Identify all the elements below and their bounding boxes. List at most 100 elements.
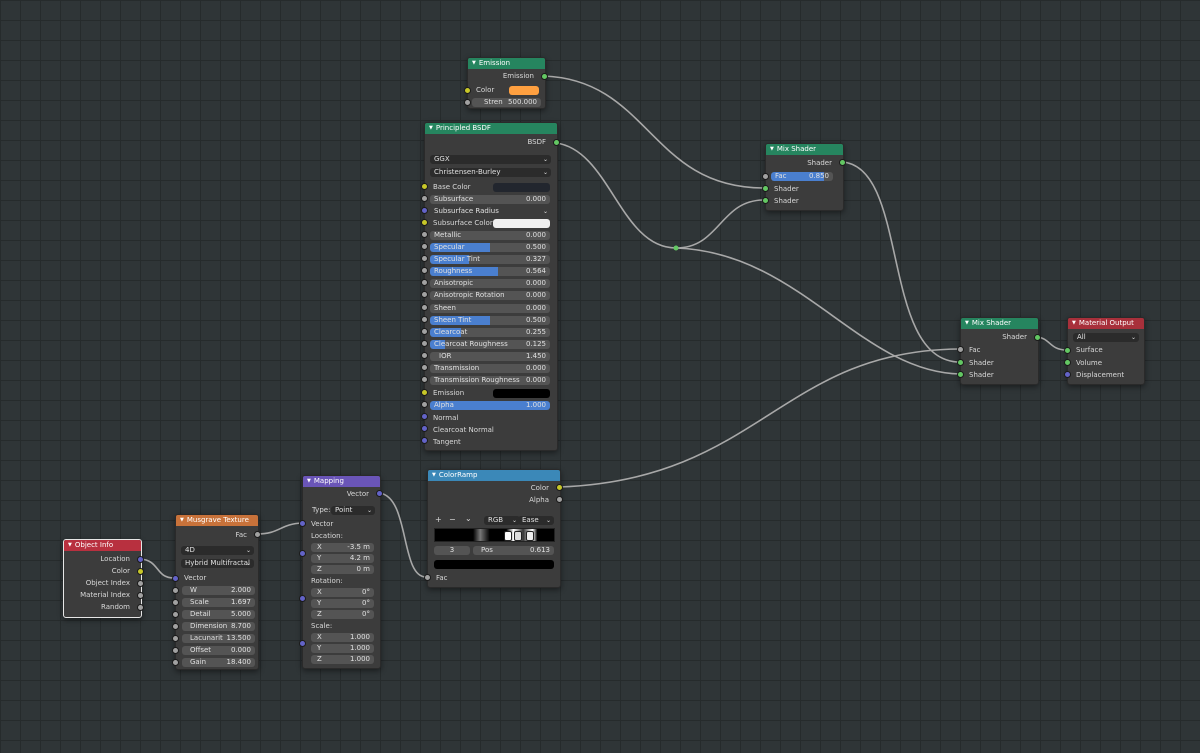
color-stop-marker[interactable]	[514, 531, 522, 541]
specular-tint-socket[interactable]	[421, 255, 428, 262]
material-output-node[interactable]: ▼ Material Output All ⌄ Surface Volume Dis…	[1067, 317, 1145, 385]
object-info-node[interactable]: ▼ Object Info Location Color Object Index…	[63, 539, 142, 618]
param-transmission-roughness[interactable]: Transmission Roughness 0.000	[430, 376, 550, 385]
musgrave-scale-field[interactable]: Scale 1.697	[182, 598, 255, 607]
alpha-socket[interactable]	[421, 401, 428, 408]
distribution-dropdown[interactable]: GGX ⌄	[430, 155, 551, 164]
subsurface-socket[interactable]	[421, 195, 428, 202]
emission-color-swatch[interactable]	[493, 389, 550, 398]
param-subsurface[interactable]: Subsurface 0.000	[430, 195, 550, 204]
collapse-icon[interactable]: ▼	[307, 476, 311, 487]
param-ior[interactable]: IOR 1.450	[430, 352, 550, 361]
emission-strength-field[interactable]: Stren 500.000	[472, 98, 541, 107]
add-stop-button[interactable]: +	[435, 515, 442, 524]
rotation-y-field[interactable]: Y 0°	[311, 599, 374, 608]
color-mode-dropdown[interactable]: RGB ⌄	[484, 516, 520, 525]
colorramp-node[interactable]: ▼ ColorRamp Color Alpha + − ⌄ RGB ⌄ Ease ⌄ …	[427, 469, 561, 588]
param-specular[interactable]: Specular 0.500	[430, 243, 550, 252]
remove-stop-button[interactable]: −	[449, 515, 456, 524]
location-x-field[interactable]: X -3.5 m	[311, 543, 374, 552]
objinfo-object-index-socket[interactable]	[137, 580, 144, 587]
ramp-alpha-socket[interactable]	[556, 496, 563, 503]
param-anisotropic[interactable]: Anisotropic 0.000	[430, 279, 550, 288]
principled-bsdf-node[interactable]: ▼ Principled BSDF BSDF GGX ⌄ Christensen-B…	[424, 122, 558, 451]
ramp-color-socket[interactable]	[556, 484, 563, 491]
mix2-output-socket[interactable]	[1034, 334, 1041, 341]
stop-pos-field[interactable]: Pos 0.613	[473, 546, 554, 555]
musgrave-scale-socket[interactable]	[172, 599, 179, 606]
object-info-header[interactable]: ▼ Object Info	[64, 540, 141, 551]
mix1-fac-socket[interactable]	[762, 173, 769, 180]
param-clearcoat[interactable]: Clearcoat 0.255	[430, 328, 550, 337]
musgrave-w-socket[interactable]	[172, 587, 179, 594]
musgrave-detail-socket[interactable]	[172, 611, 179, 618]
subsurface-method-dropdown[interactable]: Christensen-Burley ⌄	[430, 168, 551, 177]
param-sheen[interactable]: Sheen 0.000	[430, 304, 550, 313]
metallic-socket[interactable]	[421, 231, 428, 238]
mapping-location-socket[interactable]	[299, 550, 306, 557]
collapse-icon[interactable]: ▼	[965, 318, 969, 329]
anisotropic-rotation-socket[interactable]	[421, 291, 428, 298]
collapse-icon[interactable]: ▼	[770, 144, 774, 155]
mapping-type-dropdown[interactable]: Point ⌄	[331, 506, 375, 515]
param-sheen-tint[interactable]: Sheen Tint 0.500	[430, 316, 550, 325]
specular-socket[interactable]	[421, 243, 428, 250]
stop-color-swatch[interactable]	[434, 560, 554, 569]
subsurface-radius-dropdown[interactable]: Subsurface Radius ⌄	[430, 207, 551, 216]
mapping-vector-output-socket[interactable]	[376, 490, 383, 497]
transmission-roughness-socket[interactable]	[421, 376, 428, 383]
musgrave-vector-socket[interactable]	[172, 575, 179, 582]
subsurface-radius-socket[interactable]	[421, 207, 428, 214]
mapping-header[interactable]: ▼ Mapping	[303, 476, 380, 487]
transmission-socket[interactable]	[421, 364, 428, 371]
musgrave-lacunarity-socket[interactable]	[172, 635, 179, 642]
musgrave-header[interactable]: ▼ Musgrave Texture	[176, 515, 258, 526]
rotation-x-field[interactable]: X 0°	[311, 588, 374, 597]
emission-strength-socket[interactable]	[464, 99, 471, 106]
mapping-node[interactable]: ▼ Mapping Vector Type: Point ⌄ Vector Loca…	[302, 475, 381, 669]
normal-socket[interactable]	[421, 413, 428, 420]
clearcoat-roughness-socket[interactable]	[421, 340, 428, 347]
ramp-menu-button[interactable]: ⌄	[465, 514, 472, 523]
anisotropic-socket[interactable]	[421, 279, 428, 286]
param-clearcoat-roughness[interactable]: Clearcoat Roughness 0.125	[430, 340, 550, 349]
collapse-icon[interactable]: ▼	[68, 540, 72, 551]
musgrave-detail-field[interactable]: Detail 5.000	[182, 610, 255, 619]
mapping-vector-input-socket[interactable]	[299, 520, 306, 527]
emission-node-header[interactable]: ▼ Emission	[468, 58, 545, 69]
musgrave-dimensions-dropdown[interactable]: 4D ⌄	[181, 546, 254, 555]
principled-header[interactable]: ▼ Principled BSDF	[425, 123, 557, 134]
color-stop-marker[interactable]	[526, 531, 534, 541]
musgrave-gain-field[interactable]: Gain 18.400	[182, 658, 255, 667]
surface-socket[interactable]	[1064, 347, 1071, 354]
location-y-field[interactable]: Y 4.2 m	[311, 554, 374, 563]
tangent-socket[interactable]	[421, 437, 428, 444]
base-color-swatch[interactable]	[493, 183, 550, 192]
scale-x-field[interactable]: X 1.000	[311, 633, 374, 642]
musgrave-lacunarity-field[interactable]: Lacunarit 13.500	[182, 634, 255, 643]
clearcoat-socket[interactable]	[421, 328, 428, 335]
mix-shader-1-node[interactable]: ▼ Mix Shader Shader Fac 0.850 Shader Shade…	[765, 143, 844, 211]
objinfo-location-socket[interactable]	[137, 556, 144, 563]
collapse-icon[interactable]: ▼	[429, 123, 433, 134]
target-dropdown[interactable]: All ⌄	[1073, 333, 1139, 342]
color-ramp-gradient[interactable]	[434, 528, 555, 542]
emission-socket[interactable]	[421, 389, 428, 396]
material-output-header[interactable]: ▼ Material Output	[1068, 318, 1144, 329]
mix-shader-header[interactable]: ▼ Mix Shader	[766, 144, 843, 155]
emission-node[interactable]: ▼ Emission Emission Color Stren 500.000	[467, 57, 546, 109]
roughness-socket[interactable]	[421, 267, 428, 274]
scale-y-field[interactable]: Y 1.000	[311, 644, 374, 653]
ramp-fac-socket[interactable]	[424, 574, 431, 581]
param-transmission[interactable]: Transmission 0.000	[430, 364, 550, 373]
musgrave-offset-field[interactable]: Offset 0.000	[182, 646, 255, 655]
musgrave-offset-socket[interactable]	[172, 647, 179, 654]
rotation-z-field[interactable]: Z 0°	[311, 610, 374, 619]
collapse-icon[interactable]: ▼	[1072, 318, 1076, 329]
volume-socket[interactable]	[1064, 359, 1071, 366]
interpolation-dropdown[interactable]: Ease ⌄	[518, 516, 554, 525]
mix2-shader2-socket[interactable]	[957, 371, 964, 378]
collapse-icon[interactable]: ▼	[472, 58, 476, 69]
mapping-scale-socket[interactable]	[299, 640, 306, 647]
base-color-socket[interactable]	[421, 183, 428, 190]
